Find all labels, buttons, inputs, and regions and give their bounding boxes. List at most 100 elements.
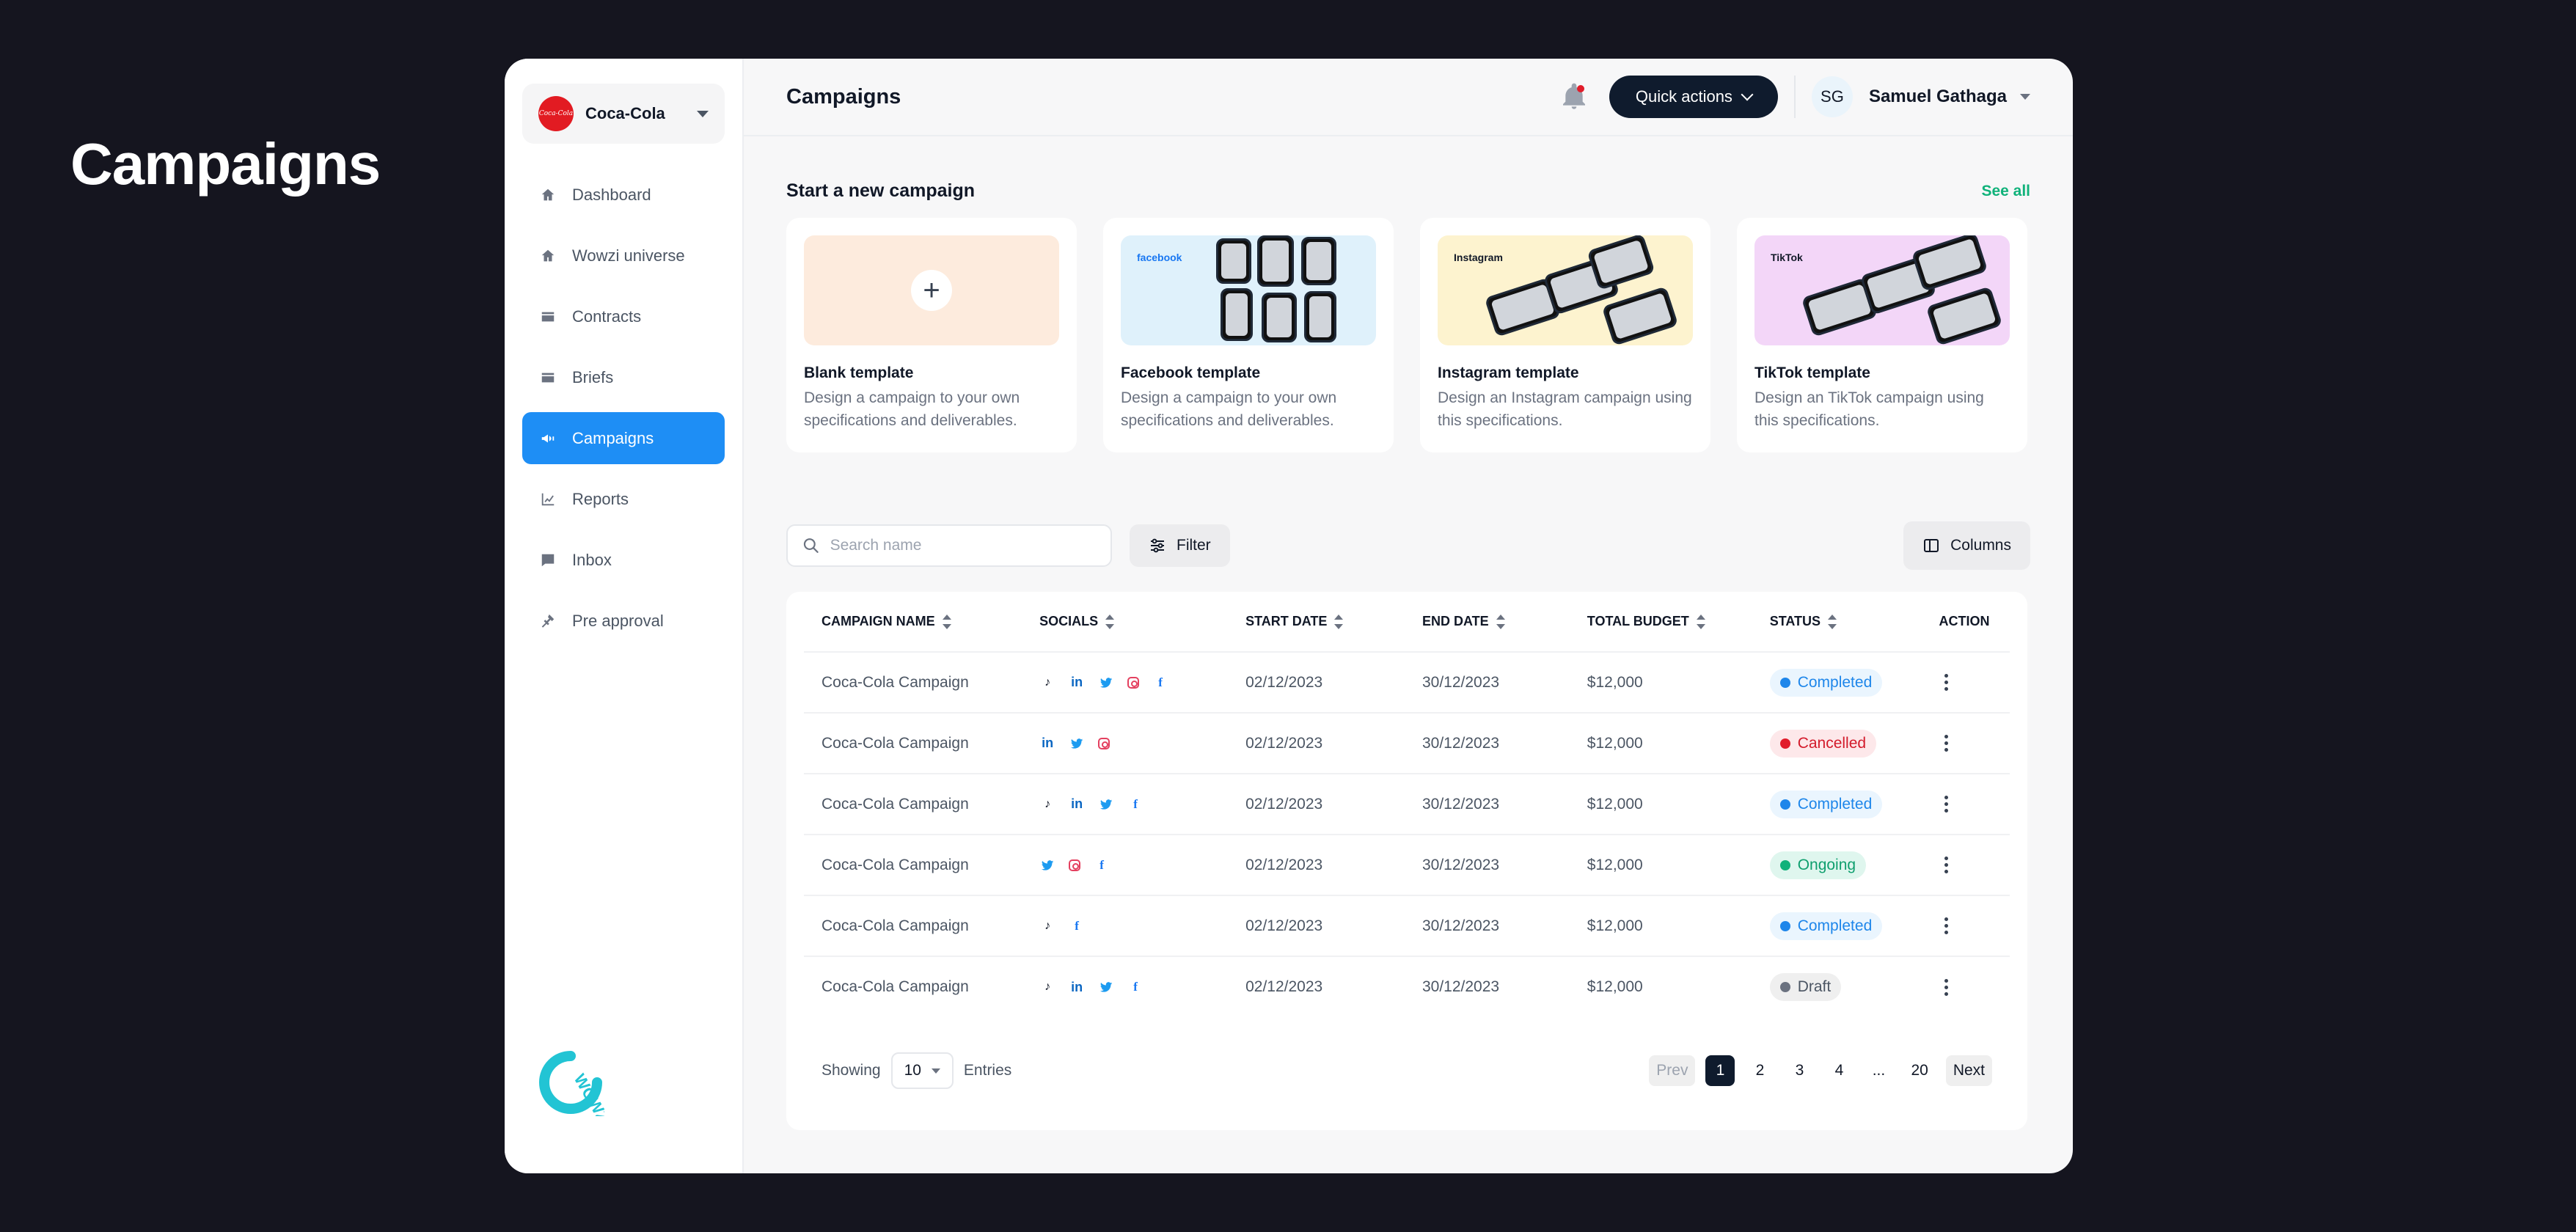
template-image: +	[804, 235, 1059, 345]
sidebar-item-inbox[interactable]: Inbox	[522, 534, 725, 586]
column-header-status[interactable]: STATUS	[1752, 592, 1922, 653]
chevron-down-icon	[1741, 88, 1754, 101]
linkedin-icon: in	[1071, 675, 1083, 689]
page-button-4[interactable]: 4	[1824, 1055, 1854, 1086]
more-options-icon[interactable]	[1939, 674, 1954, 691]
more-options-icon[interactable]	[1939, 735, 1954, 752]
start-date: 02/12/2023	[1245, 795, 1323, 813]
linkedin-icon: in	[1071, 796, 1083, 811]
campaigns-table-card: CAMPAIGN NAME SOCIALS START DATE END DATE TO…	[786, 592, 2027, 1130]
column-header-campaign-name[interactable]: CAMPAIGN NAME	[804, 592, 1022, 653]
sort-icon[interactable]	[1696, 615, 1705, 630]
twitter-icon	[1069, 736, 1085, 752]
column-header-end-date[interactable]: END DATE	[1404, 592, 1570, 653]
sort-icon[interactable]	[1496, 615, 1505, 630]
template-card[interactable]: facebook Facebook template Design a camp…	[1103, 218, 1394, 452]
template-card[interactable]: TikTok TikTok template Design an TikTok …	[1737, 218, 2027, 452]
sidebar: Coca-Cola Coca-Cola Dashboard Wowzi univ…	[505, 59, 744, 1173]
sort-icon[interactable]	[1105, 615, 1115, 630]
table-row[interactable]: Coca-Cola Campaign f 02/12/2023 30/12/20…	[804, 835, 2010, 896]
topbar: Campaigns Quick actions SG Samuel Gathag…	[744, 59, 2073, 136]
status-cell: Ongoing	[1752, 835, 1922, 896]
page-size-select[interactable]: 10	[890, 1052, 954, 1089]
pagination-ellipsis[interactable]: ...	[1864, 1055, 1893, 1086]
start-date-cell: 02/12/2023	[1228, 835, 1405, 896]
table-row[interactable]: Coca-Cola Campaign in 02/12/2023 30/12/2…	[804, 713, 2010, 774]
more-options-icon[interactable]	[1939, 796, 1954, 813]
quick-actions-button[interactable]: Quick actions	[1609, 76, 1778, 118]
page-button-3[interactable]: 3	[1785, 1055, 1814, 1086]
prev-page-button[interactable]: Prev	[1649, 1055, 1696, 1086]
campaign-name-cell: Coca-Cola Campaign	[804, 895, 1022, 957]
sort-icon[interactable]	[1334, 615, 1344, 630]
more-options-icon[interactable]	[1939, 917, 1954, 934]
column-header-label: TOTAL BUDGET	[1587, 613, 1689, 628]
chart-icon	[541, 493, 555, 505]
campaign-name-cell: Coca-Cola Campaign	[804, 713, 1022, 774]
search-input[interactable]	[830, 537, 1096, 554]
avatar[interactable]: SG	[1811, 76, 1853, 117]
table-row[interactable]: Coca-Cola Campaign ♪ in f 02/12/2023 30/12…	[804, 774, 2010, 835]
sidebar-item-dashboard[interactable]: Dashboard	[522, 169, 725, 221]
more-options-icon[interactable]	[1939, 978, 1954, 996]
campaign-name: Coca-Cola Campaign	[822, 673, 969, 691]
action-cell	[1921, 895, 2010, 957]
start-date-cell: 02/12/2023	[1228, 895, 1405, 957]
instagram-icon	[1098, 737, 1110, 749]
end-date: 30/12/2023	[1421, 856, 1500, 873]
sidebar-item-pre-approval[interactable]: Pre approval	[522, 595, 725, 647]
table-toolbar: Filter Columns	[786, 521, 2030, 570]
divider	[1793, 76, 1796, 118]
page-button-1[interactable]: 1	[1705, 1055, 1735, 1086]
user-name[interactable]: Samuel Gathaga	[1869, 87, 2007, 107]
sidebar-item-wowzi-universe[interactable]: Wowzi universe	[522, 230, 725, 282]
sidebar-item-contracts[interactable]: Contracts	[522, 290, 725, 342]
columns-button[interactable]: Columns	[1903, 521, 2030, 570]
column-header-label: END DATE	[1421, 613, 1489, 628]
table-row[interactable]: Coca-Cola Campaign ♪ in f 02/12/2023 30/12…	[804, 652, 2010, 714]
notification-bell-icon[interactable]	[1559, 82, 1589, 111]
status-badge: Draft	[1769, 973, 1842, 1001]
sidebar-item-reports[interactable]: Reports	[522, 473, 725, 525]
sidebar-item-campaigns[interactable]: Campaigns	[522, 412, 725, 464]
chevron-down-icon[interactable]	[2020, 94, 2030, 100]
search-box[interactable]	[786, 524, 1112, 567]
status-badge: Ongoing	[1769, 851, 1867, 879]
sidebar-item-briefs[interactable]: Briefs	[522, 351, 725, 403]
table-row[interactable]: Coca-Cola Campaign ♪ f 02/12/2023 30/12/2…	[804, 895, 2010, 957]
pagination: Prev 1 2 3 4... 20 Next	[1649, 1055, 1992, 1086]
chevron-down-icon	[697, 110, 709, 117]
sort-icon[interactable]	[942, 615, 951, 630]
columns-label: Columns	[1950, 537, 2011, 554]
column-header-total-budget[interactable]: TOTAL BUDGET	[1569, 592, 1752, 653]
page-button-2[interactable]: 2	[1745, 1055, 1774, 1086]
more-options-icon[interactable]	[1939, 857, 1954, 873]
template-image: Instagram	[1438, 235, 1693, 345]
budget-cell: $12,000	[1570, 956, 1752, 1017]
wowzi-logo: WOWZI	[539, 1051, 604, 1116]
template-card[interactable]: + Blank template Design a campaign to yo…	[786, 218, 1077, 452]
status-label: Cancelled	[1797, 734, 1867, 752]
tiktok-icon: ♪	[1044, 797, 1051, 810]
see-all-link[interactable]: See all	[1981, 183, 2030, 200]
template-description: Design a campaign to your own specificat…	[804, 389, 1020, 429]
sort-icon[interactable]	[1828, 615, 1837, 630]
table-row[interactable]: Coca-Cola Campaign ♪ in f 02/12/2023 30/12…	[804, 956, 2010, 1017]
message-icon	[541, 554, 555, 566]
brand-switcher[interactable]: Coca-Cola Coca-Cola	[522, 84, 725, 144]
tiktok-icon: ♪	[1044, 675, 1051, 689]
budget-cell: $12,000	[1569, 652, 1752, 714]
status-dot	[1779, 859, 1790, 870]
column-header-socials[interactable]: SOCIALS	[1022, 592, 1229, 653]
sidebar-item-label: Dashboard	[572, 185, 651, 204]
start-date: 02/12/2023	[1245, 856, 1323, 873]
column-header-start-date[interactable]: START DATE	[1228, 592, 1405, 653]
instagram-icon	[1127, 676, 1140, 689]
next-page-button[interactable]: Next	[1945, 1055, 1992, 1086]
page-button-20[interactable]: 20	[1903, 1055, 1935, 1086]
twitter-icon	[1098, 979, 1114, 995]
campaign-name: Coca-Cola Campaign	[822, 917, 969, 934]
filter-button[interactable]: Filter	[1130, 524, 1230, 567]
facebook-icon: f	[1075, 918, 1079, 933]
template-card[interactable]: Instagram Instagram template Design an I…	[1420, 218, 1710, 452]
